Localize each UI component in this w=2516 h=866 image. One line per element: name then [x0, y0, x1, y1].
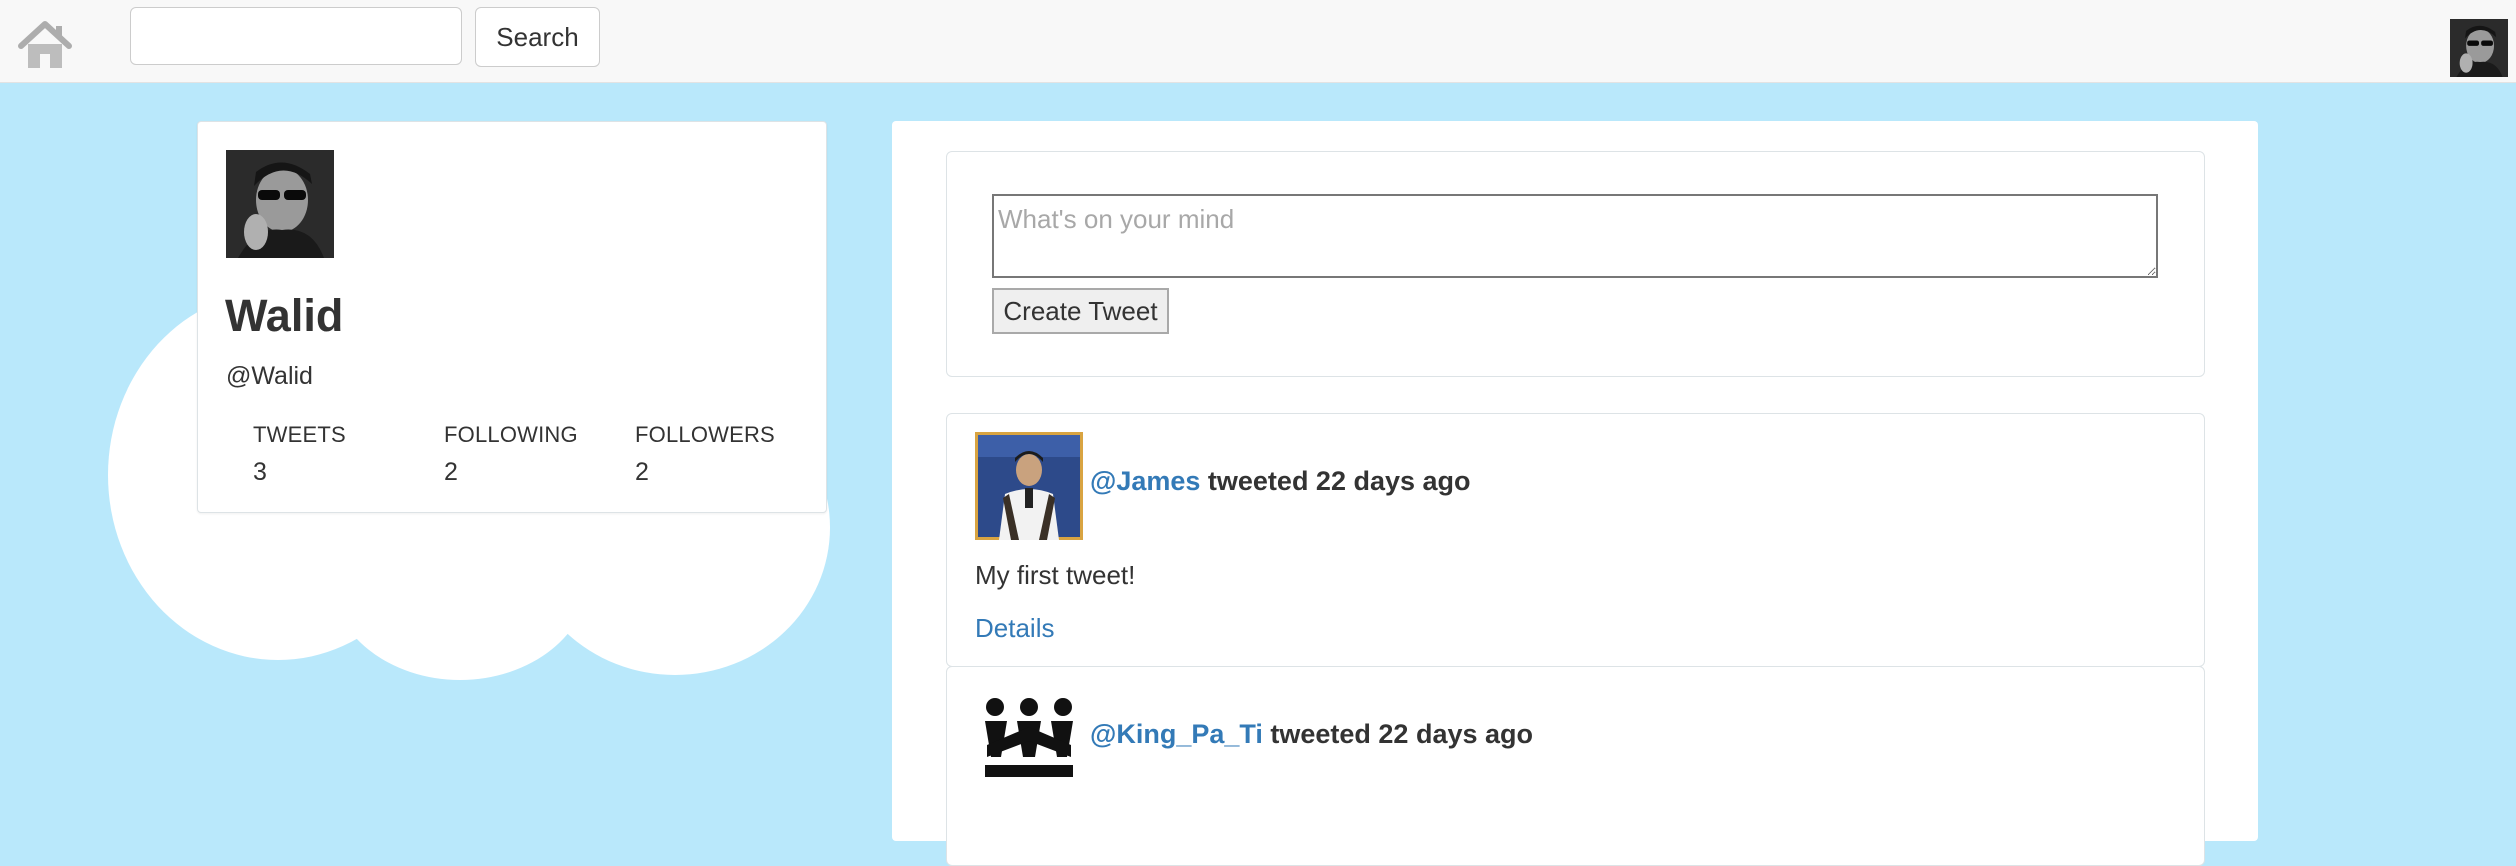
search-button[interactable]: Search	[475, 7, 600, 67]
tweet-header: @James tweeted 22 days ago	[1090, 466, 1471, 497]
create-tweet-button[interactable]: Create Tweet	[992, 288, 1169, 334]
tweet-author-link[interactable]: @King_Pa_Ti	[1090, 719, 1263, 749]
user-avatar[interactable]	[2450, 19, 2508, 77]
home-icon[interactable]	[17, 20, 73, 72]
stat-followers[interactable]: FOLLOWERS 2	[635, 422, 775, 487]
stat-label: FOLLOWING	[444, 422, 578, 447]
stat-value: 3	[253, 458, 267, 486]
stat-following[interactable]: FOLLOWING 2	[444, 422, 578, 487]
profile-name: Walid	[225, 290, 344, 341]
stat-value: 2	[444, 458, 458, 486]
stat-label: FOLLOWERS	[635, 422, 775, 447]
tweet-textarea[interactable]	[992, 194, 2158, 278]
tweet-author-link[interactable]: @James	[1090, 466, 1200, 496]
tweet-avatar[interactable]	[975, 685, 1083, 793]
stat-tweets[interactable]: TWEETS 3	[253, 422, 346, 487]
compose-box: Create Tweet	[946, 151, 2205, 377]
top-navbar: Search	[0, 0, 2516, 83]
profile-avatar[interactable]	[226, 150, 334, 258]
stat-label: TWEETS	[253, 422, 346, 447]
tweet-avatar[interactable]	[975, 432, 1083, 540]
profile-card: Walid @Walid TWEETS 3 FOLLOWING 2 FOLLOW…	[197, 121, 827, 513]
tweet-card: @James tweeted 22 days ago My first twee…	[946, 413, 2205, 667]
tweet-header: @King_Pa_Ti tweeted 22 days ago	[1090, 719, 1533, 750]
tweet-text: My first tweet!	[975, 560, 1136, 590]
tweet-details-link[interactable]: Details	[975, 613, 1054, 644]
stat-value: 2	[635, 458, 649, 486]
tweet-card: @King_Pa_Ti tweeted 22 days ago	[946, 666, 2205, 866]
profile-handle: @Walid	[226, 362, 313, 390]
feed-panel: Create Tweet @James tweeted 22 days ago …	[892, 121, 2258, 866]
search-input[interactable]	[130, 7, 462, 65]
tweet-meta: tweeted 22 days ago	[1262, 719, 1533, 749]
tweet-meta: tweeted 22 days ago	[1200, 466, 1471, 496]
